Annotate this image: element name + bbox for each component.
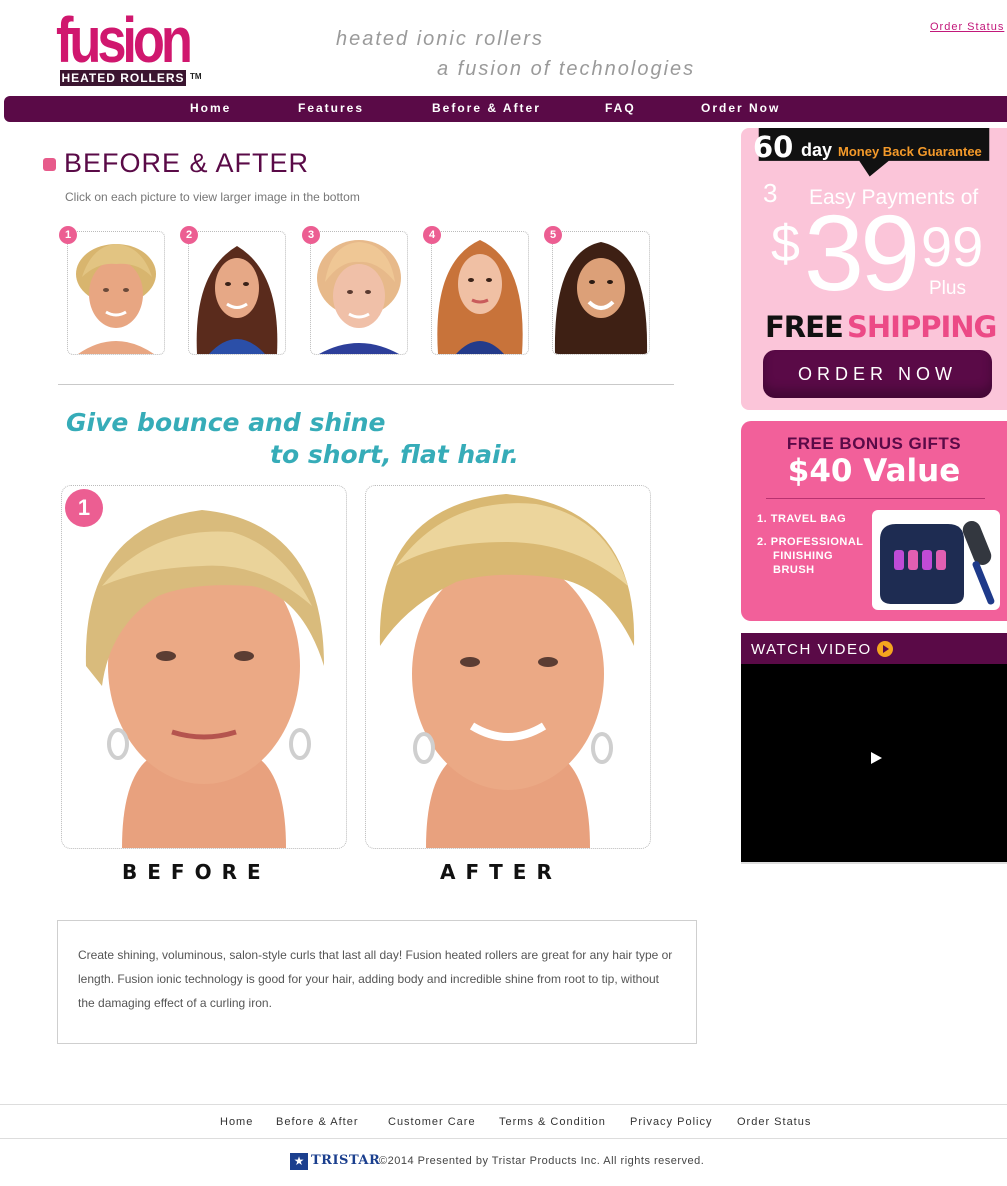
bonus-value: $40 Value bbox=[787, 453, 961, 489]
footer-bottom-divider bbox=[0, 1138, 1007, 1139]
footer-link-order-status[interactable]: Order Status bbox=[737, 1116, 811, 1128]
promo-price-cents: 99 bbox=[921, 215, 984, 278]
fusion-logo[interactable]: fusion HEATED ROLLERS TM bbox=[56, 8, 202, 88]
play-circle-icon[interactable] bbox=[877, 641, 893, 657]
order-status-link[interactable]: Order Status bbox=[930, 21, 1004, 33]
bonus-title: FREE BONUS GIFTS bbox=[786, 434, 962, 453]
page-title: BEFORE & AFTER bbox=[64, 148, 310, 178]
logo-wordmark: fusion bbox=[56, 4, 193, 76]
thumbnail-5[interactable] bbox=[552, 231, 650, 355]
thumbnail-2[interactable] bbox=[188, 231, 286, 355]
headline-line-1: Give bounce and shine bbox=[66, 408, 386, 437]
before-image bbox=[61, 485, 347, 849]
nav-order-now[interactable]: Order Now bbox=[701, 101, 780, 115]
before-label: BEFORE bbox=[122, 860, 271, 884]
tagline-secondary: a fusion of technologies bbox=[437, 58, 696, 80]
promo-price-whole: 39 bbox=[804, 192, 920, 313]
video-header: WATCH VIDEO bbox=[741, 633, 1007, 664]
after-image bbox=[365, 485, 651, 849]
star-icon: ★ bbox=[290, 1153, 308, 1170]
thumbnail-number-5: 5 bbox=[544, 226, 562, 244]
promo-dollar-sign: $ bbox=[771, 215, 800, 273]
after-label: AFTER bbox=[440, 860, 562, 884]
bonus-item-brush-2: FINISHING bbox=[773, 550, 834, 562]
bonus-item-brush-1: 2. PROFESSIONAL bbox=[757, 536, 864, 548]
video-player[interactable]: WATCH VIDEO bbox=[741, 633, 1007, 864]
play-icon[interactable] bbox=[871, 752, 882, 764]
footer-link-before-after[interactable]: Before & After bbox=[276, 1116, 358, 1128]
nav-faq[interactable]: FAQ bbox=[605, 101, 636, 115]
main-navigation: Home Features Before & After FAQ Order N… bbox=[4, 96, 1007, 122]
copyright-text: ©2014 Presented by Tristar Products Inc.… bbox=[379, 1155, 705, 1167]
bonus-gifts-banner[interactable]: FREE BONUS GIFTS $40 Value 1. TRAVEL BAG… bbox=[741, 421, 1007, 621]
logo-subtitle: HEATED ROLLERS bbox=[60, 70, 186, 86]
footer-link-terms[interactable]: Terms & Condition bbox=[499, 1116, 606, 1128]
order-now-button[interactable]: ORDER NOW bbox=[763, 350, 992, 398]
promo-plus: Plus bbox=[929, 278, 966, 299]
tristar-brand: TRISTAR bbox=[311, 1153, 381, 1168]
promo-payments-count: 3 bbox=[763, 178, 778, 208]
thumbnail-1[interactable] bbox=[67, 231, 165, 355]
promo-shipping: SHIPPING bbox=[847, 310, 997, 344]
nav-before-after[interactable]: Before & After bbox=[432, 101, 541, 115]
section-divider bbox=[58, 384, 674, 385]
promo-free: FREE bbox=[765, 310, 844, 344]
bonus-gifts-image bbox=[872, 510, 1000, 610]
promo-days: 60 bbox=[753, 130, 794, 164]
bonus-item-brush-3: BRUSH bbox=[773, 564, 815, 576]
thumbnail-number-1: 1 bbox=[59, 226, 77, 244]
thumbnail-4[interactable] bbox=[431, 231, 529, 355]
nav-home[interactable]: Home bbox=[190, 101, 231, 115]
nav-features[interactable]: Features bbox=[298, 101, 364, 115]
tagline-primary: heated ionic rollers bbox=[336, 28, 544, 50]
watch-video-title: WATCH VIDEO bbox=[751, 641, 872, 658]
headline-line-2: to short, flat hair. bbox=[270, 440, 519, 469]
bonus-item-travel-bag: 1. TRAVEL BAG bbox=[757, 513, 847, 525]
selected-image-number: 1 bbox=[65, 489, 103, 527]
title-bullet-icon bbox=[43, 158, 56, 171]
thumbnail-number-4: 4 bbox=[423, 226, 441, 244]
footer-top-divider bbox=[0, 1104, 1007, 1105]
footer-link-customer-care[interactable]: Customer Care bbox=[388, 1116, 476, 1128]
footer-link-privacy[interactable]: Privacy Policy bbox=[630, 1116, 712, 1128]
footer-link-home[interactable]: Home bbox=[220, 1116, 253, 1128]
description-box: Create shining, voluminous, salon-style … bbox=[57, 920, 697, 1044]
thumbnail-3[interactable] bbox=[310, 231, 408, 355]
description-text: Create shining, voluminous, salon-style … bbox=[78, 948, 673, 1010]
promo-guarantee: Money Back Guarantee bbox=[838, 144, 982, 159]
thumbnail-number-3: 3 bbox=[302, 226, 320, 244]
logo-trademark: TM bbox=[190, 72, 202, 81]
bonus-divider bbox=[766, 498, 985, 499]
thumbnail-number-2: 2 bbox=[180, 226, 198, 244]
promo-day-word: day bbox=[801, 140, 833, 160]
price-promo-banner[interactable]: 60 day Money Back Guarantee 3 Easy Payme… bbox=[741, 128, 1007, 410]
instruction-text: Click on each picture to view larger ima… bbox=[65, 190, 360, 204]
